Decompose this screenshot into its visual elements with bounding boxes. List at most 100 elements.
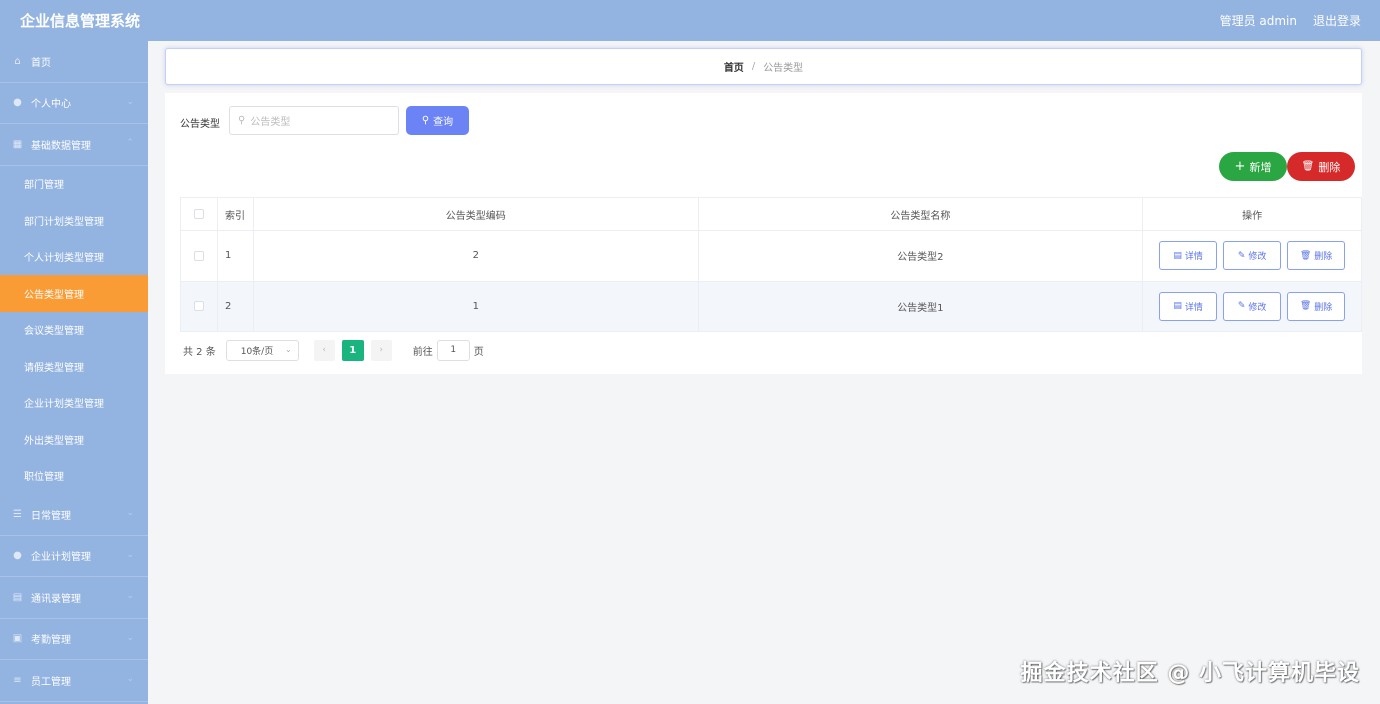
add-button-label: 新增 [1249, 160, 1272, 174]
sidebar-item-contacts[interactable]: ▤ 通讯录管理 ⌄ [0, 577, 148, 619]
header-code: 公告类型编码 [254, 198, 699, 230]
detail-label: 详情 [1184, 252, 1203, 263]
submenu-item-department[interactable]: 部门管理 [0, 166, 148, 203]
page-number-current[interactable]: 1 [341, 339, 364, 361]
row-name: 公告类型1 [699, 281, 1144, 331]
plan-icon: ● [13, 550, 22, 562]
plus-icon: + [1234, 159, 1246, 174]
goto-page-input[interactable]: 1 [436, 339, 470, 361]
row-checkbox[interactable] [193, 301, 204, 312]
user-label: 管理员 admin [1219, 14, 1297, 28]
app-title: 企业信息管理系统 [20, 12, 141, 30]
sidebar-item-company-plan[interactable]: ● 企业计划管理 ⌄ [0, 536, 148, 577]
edit-button[interactable]: ✎ 修改 [1223, 241, 1282, 271]
row-ops: ▤ 详情 ✎ 修改 🗑 删除 [1143, 281, 1362, 331]
sidebar-item-profile[interactable]: ● 个人中心 ⌄ [0, 83, 148, 124]
detail-label: 详情 [1184, 302, 1203, 313]
user-icon: ● [13, 97, 22, 109]
chevron-down-icon: ⌄ [285, 344, 292, 354]
sidebar-item-label: 企业计划管理 [31, 552, 91, 564]
submenu-item-outing-type[interactable]: 外出类型管理 [0, 421, 148, 458]
sidebar: ⌂ 首页 ● 个人中心 ⌄ ▦ 基础数据管理 ⌃ 部门管理 部门计划类型管理 个… [0, 41, 148, 704]
sidebar-item-label: 日常管理 [31, 510, 71, 522]
edit-label: 修改 [1248, 252, 1267, 263]
select-all-checkbox[interactable] [193, 209, 204, 219]
submenu-item-meeting-type[interactable]: 会议类型管理 [0, 312, 148, 349]
home-icon: ⌂ [14, 55, 21, 67]
pagination-total: 共 2 条 [183, 346, 216, 358]
edit-icon: ✎ [1237, 301, 1246, 312]
submenu-item-dept-plan-type[interactable]: 部门计划类型管理 [0, 202, 148, 239]
trash-icon: 🗑 [1299, 250, 1312, 261]
next-page-button[interactable]: › [370, 339, 392, 361]
sidebar-item-label: 个人中心 [31, 99, 71, 111]
document-icon: ▤ [1173, 250, 1182, 261]
table-row: 2 1 公告类型1 ▤ 详情 ✎ 修改 🗑 删除 [181, 281, 1362, 332]
top-bar: 企业信息管理系统 管理员 admin 退出登录 [0, 0, 1380, 41]
sidebar-item-label: 员工管理 [31, 676, 71, 688]
submenu-item-leave-type[interactable]: 请假类型管理 [0, 348, 148, 385]
watermark-text: 掘金技术社区 @ 小飞计算机毕设 [1020, 661, 1360, 686]
delete-label: 删除 [1314, 252, 1333, 263]
bulk-delete-button[interactable]: 🗑 删除 [1287, 152, 1355, 181]
chevron-down-icon: ⌄ [126, 508, 134, 518]
delete-button[interactable]: 🗑 删除 [1287, 241, 1346, 271]
attendance-icon: ▣ [12, 633, 23, 645]
breadcrumb: 首页 / 公告类型 [165, 48, 1362, 85]
page-size-select[interactable]: 10条/页 ⌄ [225, 339, 299, 361]
search-label: 公告类型 [180, 119, 220, 130]
sidebar-item-staff[interactable]: ≡ 员工管理 ⌄ [0, 660, 148, 702]
chevron-right-icon: › [379, 345, 384, 355]
detail-button[interactable]: ▤ 详情 [1159, 241, 1218, 271]
detail-button[interactable]: ▤ 详情 [1159, 291, 1218, 321]
chevron-down-icon: ⌄ [126, 632, 134, 643]
content-panel: 公告类型 ⚲ 公告类型 ⚲ 查询 + 新增 🗑 删除 索引 公告类型编码 公告类… [165, 93, 1362, 374]
header-index: 索引 [218, 198, 254, 230]
page-size-value: 10条/页 [240, 346, 274, 357]
sidebar-item-attendance[interactable]: ▣ 考勤管理 ⌄ [0, 619, 148, 660]
logout-link[interactable]: 退出登录 [1313, 12, 1361, 29]
list-icon: ☰ [13, 508, 22, 520]
sidebar-item-label: 考勤管理 [31, 635, 71, 647]
chevron-down-icon: ⌄ [126, 674, 134, 684]
search-button[interactable]: ⚲ 查询 [406, 106, 469, 135]
submenu-item-notice-type[interactable]: 公告类型管理 [0, 275, 148, 312]
row-index: 2 [218, 281, 254, 331]
breadcrumb-home[interactable]: 首页 [724, 59, 744, 74]
chevron-down-icon: ⌄ [126, 591, 134, 601]
add-button[interactable]: + 新增 [1219, 152, 1287, 181]
row-checkbox[interactable] [193, 250, 204, 261]
delete-button[interactable]: 🗑 删除 [1287, 291, 1346, 321]
sidebar-item-daily[interactable]: ☰ 日常管理 ⌄ [0, 494, 148, 536]
pagination: 共 2 条 10条/页 ⌄ ‹ 1 › 前往 1 页 [183, 339, 484, 361]
goto-label: 前往 [412, 346, 433, 358]
row-index: 1 [218, 231, 254, 281]
chevron-up-icon: ⌃ [126, 138, 134, 148]
breadcrumb-current: 公告类型 [763, 63, 804, 74]
row-name: 公告类型2 [699, 231, 1144, 281]
search-input[interactable]: ⚲ 公告类型 [229, 106, 399, 135]
chevron-down-icon: ⌄ [126, 96, 134, 107]
breadcrumb-separator: / [751, 61, 756, 72]
submenu-item-position[interactable]: 职位管理 [0, 458, 148, 495]
edit-button[interactable]: ✎ 修改 [1223, 291, 1282, 321]
data-icon: ▦ [12, 138, 23, 150]
chevron-down-icon: ⌄ [126, 549, 134, 560]
delete-label: 删除 [1314, 302, 1333, 313]
contacts-icon: ▤ [12, 591, 23, 603]
sidebar-item-home[interactable]: ⌂ 首页 [0, 41, 148, 83]
sidebar-item-base-data[interactable]: ▦ 基础数据管理 ⌃ [0, 124, 148, 166]
submenu-item-personal-plan-type[interactable]: 个人计划类型管理 [0, 239, 148, 276]
main-content: 首页 / 公告类型 公告类型 ⚲ 公告类型 ⚲ 查询 + 新增 🗑 删除 索引 [148, 41, 1380, 704]
notice-type-table: 索引 公告类型编码 公告类型名称 操作 1 2 公告类型2 ▤ 详情 ✎ 修改 … [180, 197, 1362, 332]
header-ops: 操作 [1143, 198, 1362, 230]
staff-icon: ≡ [13, 674, 22, 686]
table-header-row: 索引 公告类型编码 公告类型名称 操作 [181, 198, 1362, 231]
sidebar-item-label: 通讯录管理 [31, 593, 81, 605]
edit-icon: ✎ [1237, 250, 1246, 261]
row-check-cell [181, 281, 218, 331]
prev-page-button[interactable]: ‹ [313, 339, 335, 361]
submenu-item-company-plan-type[interactable]: 企业计划类型管理 [0, 385, 148, 422]
search-icon: ⚲ [421, 115, 430, 126]
edit-label: 修改 [1248, 302, 1267, 313]
